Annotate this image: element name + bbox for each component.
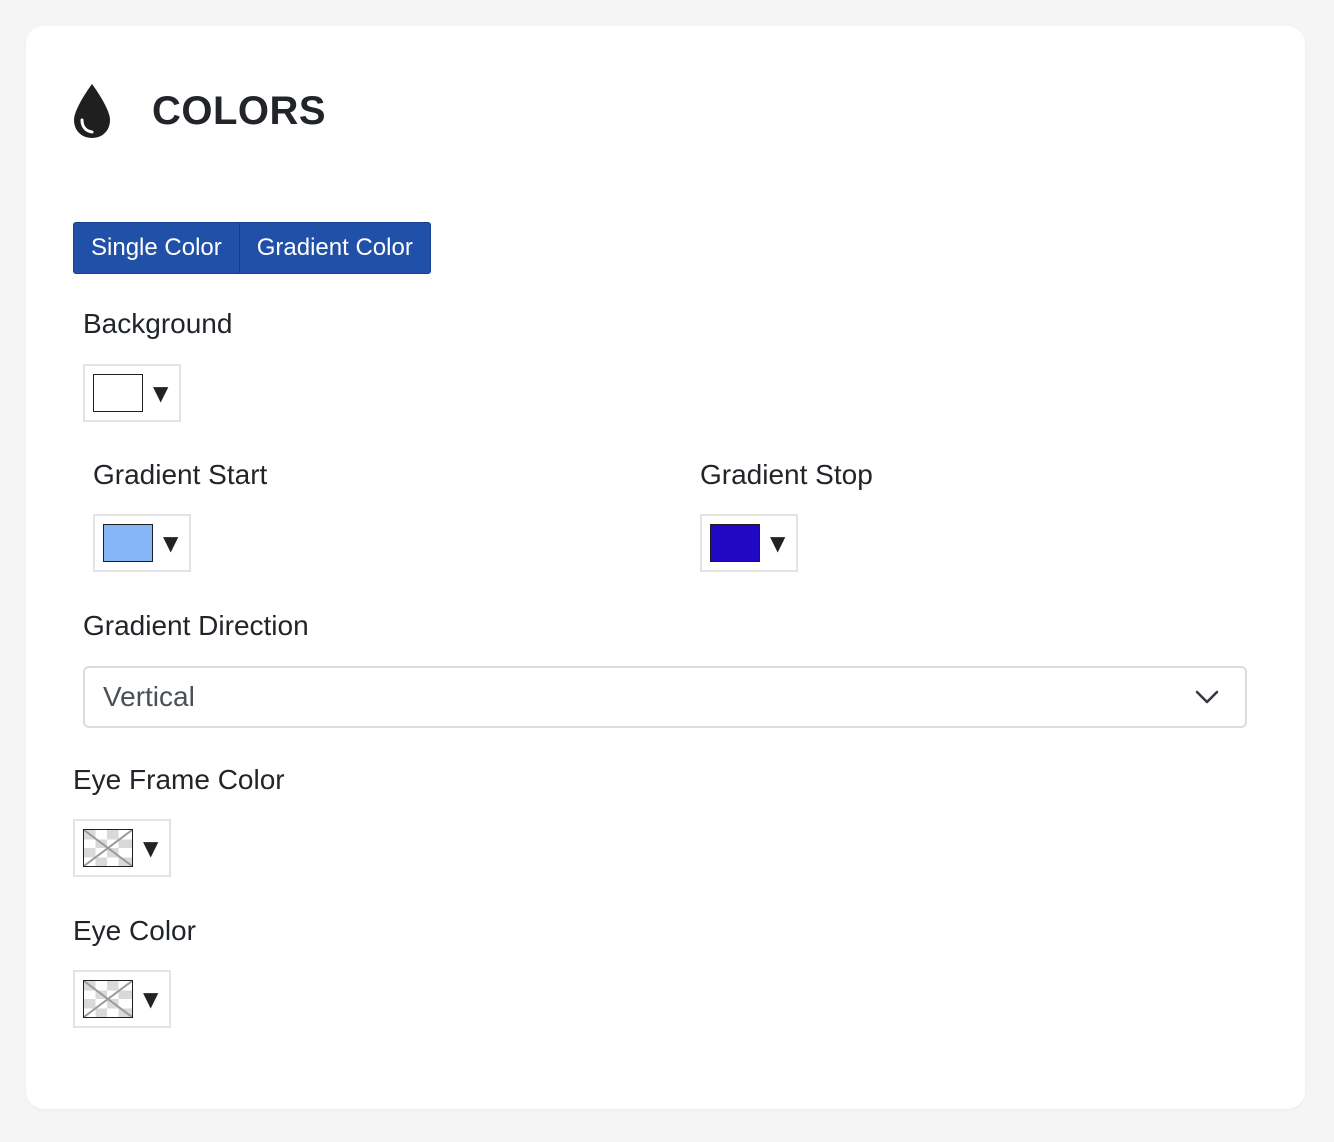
eye-frame-color-picker[interactable]: ▼ [73, 819, 171, 877]
no-color-icon [83, 980, 133, 1018]
caret-down-icon: ▼ [770, 531, 786, 555]
gradient-start-swatch [103, 524, 153, 562]
colors-panel: COLORS Single Color Gradient Color Backg… [26, 26, 1305, 1109]
background-color-picker[interactable]: ▼ [83, 364, 181, 422]
background-swatch [93, 374, 143, 412]
eye-color-label: Eye Color [73, 915, 196, 946]
eye-frame-color-label: Eye Frame Color [73, 764, 285, 795]
caret-down-icon: ▼ [143, 836, 159, 860]
gradient-start-label: Gradient Start [93, 459, 268, 490]
gradient-stop-color-picker[interactable]: ▼ [700, 514, 798, 572]
gradient-direction-value: Vertical [103, 681, 195, 712]
caret-down-icon: ▼ [143, 987, 159, 1011]
color-mode-toggle: Single Color Gradient Color [73, 222, 431, 274]
single-color-button[interactable]: Single Color [74, 223, 239, 273]
background-label: Background [83, 308, 233, 339]
caret-down-icon: ▼ [153, 381, 169, 405]
panel-title: COLORS [152, 88, 327, 133]
gradient-direction-label: Gradient Direction [83, 610, 309, 641]
chevron-down-icon [1195, 690, 1219, 704]
gradient-stop-label: Gradient Stop [700, 459, 873, 490]
eye-color-picker[interactable]: ▼ [73, 970, 171, 1028]
no-color-icon [83, 829, 133, 867]
caret-down-icon: ▼ [163, 531, 179, 555]
drop-icon [74, 84, 110, 138]
panel-header: COLORS [72, 82, 326, 140]
gradient-color-button[interactable]: Gradient Color [238, 223, 430, 273]
gradient-start-color-picker[interactable]: ▼ [93, 514, 191, 572]
gradient-stop-swatch [710, 524, 760, 562]
gradient-direction-select[interactable]: Vertical [83, 666, 1247, 728]
